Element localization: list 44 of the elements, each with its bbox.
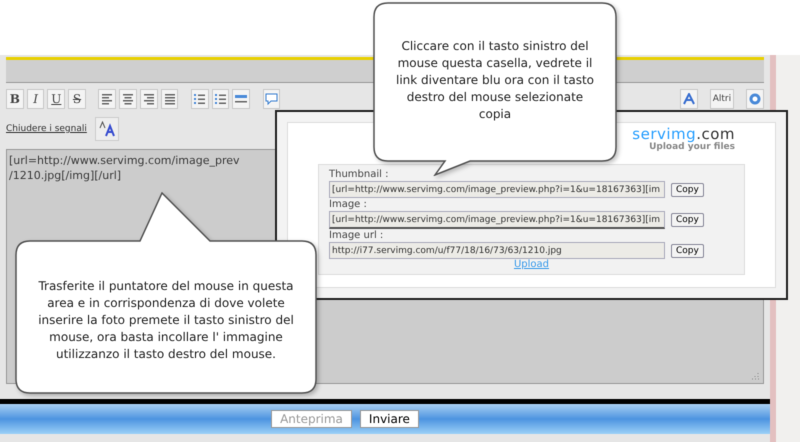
logo: servimg.com xyxy=(632,127,735,142)
font-a-button[interactable] xyxy=(680,89,698,109)
align-right-button[interactable] xyxy=(140,89,158,109)
send-button[interactable]: Inviare xyxy=(360,410,419,428)
help-icon xyxy=(749,93,762,105)
align-center-icon xyxy=(123,94,134,104)
field-label: Thumbnail : xyxy=(329,168,390,181)
align-center-button[interactable] xyxy=(119,89,137,109)
callout-text: Cliccare con il tasto sinistro del mouse questa casella, vedrete il link diventare blu ora con il tasto destro del mouse selezionate copia xyxy=(395,38,595,123)
resize-grip-icon[interactable] xyxy=(751,372,759,380)
underline-button[interactable]: U xyxy=(47,89,66,109)
font-size-icon xyxy=(98,121,115,137)
justify-button[interactable] xyxy=(160,89,178,109)
font-size-button[interactable] xyxy=(94,117,119,141)
callout-text: Trasferite il puntatore del mouse in questa area e in corrispondenza di dove volete inserire la foto premete il tasto sinistro del mouse, ora basta incollare l' immagine utilizzanzo il tasto destro del mouse. xyxy=(37,278,295,363)
link-field[interactable]: http://i77.servimg.com/u/f77/18/16/73/63/1210.jpg xyxy=(329,242,665,259)
rule-icon xyxy=(235,95,248,103)
copy-button[interactable]: Copy xyxy=(671,182,704,196)
strike-button[interactable]: S xyxy=(68,89,86,109)
help-button[interactable] xyxy=(746,89,764,109)
align-right-icon xyxy=(144,94,154,104)
close-tags-link[interactable]: Chiudere i segnali xyxy=(6,124,87,134)
field-label: Image : xyxy=(329,198,368,211)
align-left-button[interactable] xyxy=(98,89,116,109)
logo-tagline: Upload your files xyxy=(649,142,735,152)
rule-button[interactable] xyxy=(232,89,250,109)
copy-button[interactable]: Copy xyxy=(671,213,704,227)
speech-button[interactable] xyxy=(262,89,280,109)
align-left-icon xyxy=(102,94,112,104)
italic-button[interactable]: I xyxy=(26,89,44,109)
more-button[interactable]: Altri xyxy=(710,89,734,109)
justify-icon xyxy=(164,94,174,104)
bold-button[interactable]: B xyxy=(6,89,24,109)
message-text: [url=http://www.servimg.com/image_prev /1210.jpg[/img][/url] xyxy=(9,153,240,183)
bullet-list-button[interactable] xyxy=(190,89,209,109)
number-list-button[interactable] xyxy=(212,89,230,109)
link-field[interactable]: [url=http://www.servimg.com/image_preview.php?i=1&u=18167363][im xyxy=(329,211,665,229)
field-label: Image url : xyxy=(329,229,384,242)
bullet-list-icon xyxy=(194,94,206,104)
speech-bubble-icon xyxy=(265,93,278,105)
link-field[interactable]: [url=http://www.servimg.com/image_preview.php?i=1&u=18167363][im xyxy=(329,181,665,198)
copy-button[interactable]: Copy xyxy=(671,244,704,258)
font-icon xyxy=(682,93,695,105)
number-list-icon xyxy=(215,94,226,104)
